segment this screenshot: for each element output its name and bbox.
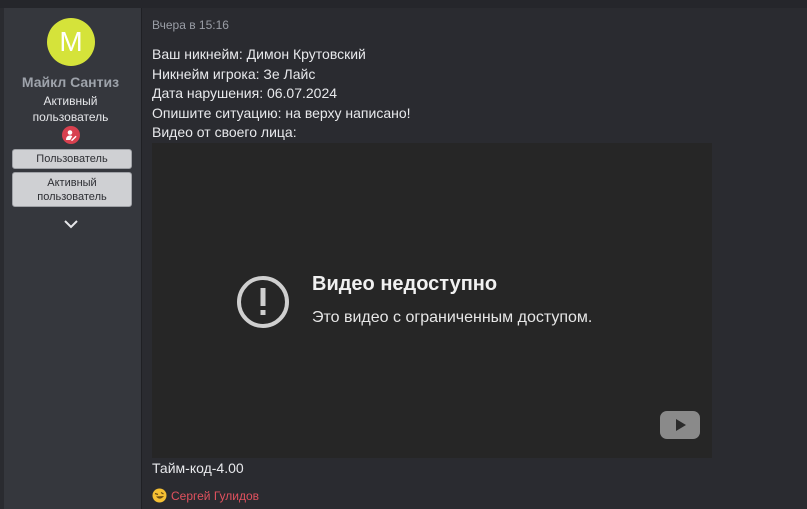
post-timestamp[interactable]: Вчера в 15:16	[152, 18, 229, 32]
post-body: Ваш никнейм: Димон Крутовский Никнейм иг…	[152, 45, 411, 143]
video-unavailable-subtitle: Это видео с ограниченным доступом.	[312, 309, 593, 326]
post-timecode: Тайм-код-4.00	[152, 460, 244, 476]
user-sidebar: M Майкл Сантиз Активный пользователь Пол…	[4, 8, 142, 509]
avatar[interactable]: M	[47, 18, 95, 66]
chevron-down-icon[interactable]	[62, 218, 80, 230]
video-embed[interactable]: Видео недоступно Это видео с ограниченны…	[152, 143, 712, 458]
username-link[interactable]: Майкл Сантиз	[4, 74, 137, 90]
post-line: Дата нарушения: 06.07.2024	[152, 85, 338, 101]
post-line: Видео от своего лица:	[152, 124, 297, 140]
exclamation-circle-icon	[237, 276, 289, 328]
post-content: Вчера в 15:16 Ваш никнейм: Димон Крутовс…	[152, 0, 802, 509]
post-line: Никнейм игрока: Зе Лайс	[152, 65, 316, 82]
reaction-bar[interactable]: Сергей Гулидов	[152, 488, 259, 503]
user-edit-icon[interactable]	[62, 126, 80, 144]
post-line: Опишите ситуацию: на верху написано!	[152, 104, 411, 121]
rofl-emoji-icon	[152, 488, 167, 503]
user-banner-active: Активный пользователь	[12, 172, 132, 207]
user-title: Активный пользователь	[32, 94, 109, 124]
user-banner-user: Пользователь	[12, 149, 132, 169]
post-line: Ваш никнейм: Димон Крутовский	[152, 46, 366, 62]
reaction-username[interactable]: Сергей Гулидов	[171, 489, 259, 503]
video-unavailable-title: Видео недоступно	[312, 273, 498, 295]
youtube-icon[interactable]	[660, 411, 700, 439]
